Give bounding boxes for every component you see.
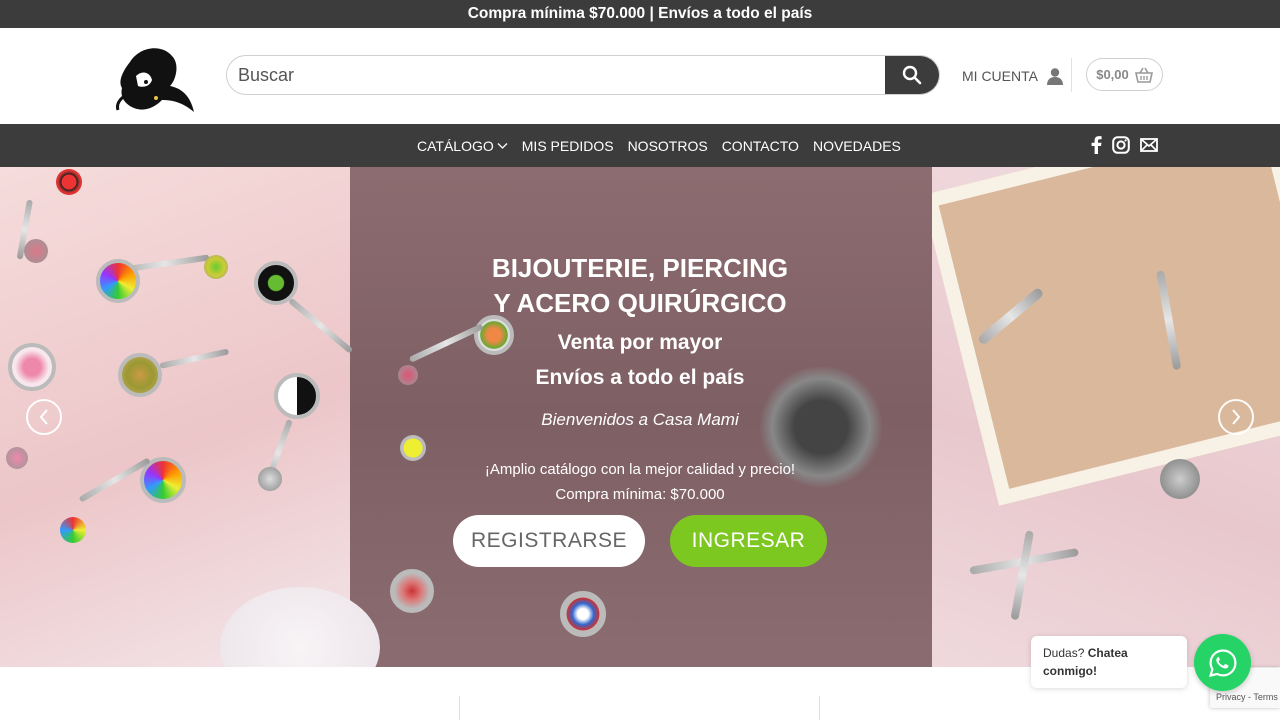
slider-next-button[interactable] — [1218, 399, 1254, 435]
whatsapp-button[interactable] — [1194, 634, 1251, 691]
nav-item-label: CATÁLOGO — [417, 137, 494, 154]
hero-welcome: Bienvenidos a Casa Mami — [541, 410, 739, 429]
nav-item-nosotros[interactable]: NOSOTROS — [628, 138, 708, 154]
hero-subtitle-line: Venta por mayor — [557, 331, 723, 354]
recaptcha-text: Privacy - Terms — [1216, 692, 1278, 702]
account-label: MI CUENTA — [962, 68, 1038, 84]
hero-title: BIJOUTERIE, PIERCING Y ACERO QUIRÚRGICO — [350, 251, 930, 321]
header: MI CUENTA $0,00 — [0, 28, 1280, 124]
hero-description: ¡Amplio catálogo con la mejor calidad y … — [350, 457, 930, 507]
piercing-decoration — [258, 467, 282, 491]
hero-title-line: BIJOUTERIE, PIERCING — [491, 253, 789, 283]
account-link[interactable]: MI CUENTA — [962, 65, 1064, 87]
piercing-decoration — [118, 353, 162, 397]
hero-slider: BIJOUTERIE, PIERCING Y ACERO QUIRÚRGICO … — [0, 167, 1280, 667]
chat-prefix: Dudas? — [1043, 646, 1085, 660]
section-divider — [819, 696, 820, 720]
search-icon — [902, 65, 922, 85]
piercing-decoration — [60, 517, 86, 543]
announcement-bar: Compra mínima $70.000 | Envíos a todo el… — [0, 0, 1280, 28]
facebook-icon[interactable] — [1090, 136, 1102, 154]
piercing-decoration — [8, 343, 56, 391]
whatsapp-icon — [1208, 648, 1237, 677]
hero-description-line: ¡Amplio catálogo con la mejor calidad y … — [484, 461, 796, 478]
section-divider — [459, 696, 460, 720]
site-logo[interactable] — [110, 42, 200, 114]
slider-prev-button[interactable] — [26, 399, 62, 435]
main-nav: CATÁLOGO MIS PEDIDOS NOSOTROS CONTACTO N… — [0, 124, 1280, 167]
piercing-decoration — [204, 255, 228, 279]
chevron-down-icon — [497, 142, 508, 149]
instagram-icon[interactable] — [1112, 136, 1130, 154]
hero-subtitle: Venta por mayor Envíos a todo el país — [350, 325, 930, 395]
piercing-decoration — [96, 259, 140, 303]
cart-button[interactable]: $0,00 — [1086, 58, 1163, 91]
user-icon — [1046, 68, 1063, 85]
hero-description-line: Compra mínima: $70.000 — [555, 486, 725, 503]
hero-subtitle-line: Envíos a todo el país — [535, 366, 745, 389]
piercing-decoration — [24, 239, 48, 263]
nav-item-catalogo[interactable]: CATÁLOGO — [417, 138, 508, 154]
announcement-text: Compra mínima $70.000 | Envíos a todo el… — [467, 5, 813, 22]
hero-title-line: Y ACERO QUIRÚRGICO — [493, 288, 787, 318]
email-icon[interactable] — [1140, 138, 1158, 152]
register-button[interactable]: REGISTRARSE — [453, 515, 645, 567]
hero-content: BIJOUTERIE, PIERCING Y ACERO QUIRÚRGICO … — [350, 167, 932, 667]
piercing-decoration — [274, 373, 320, 419]
nav-item-mis-pedidos[interactable]: MIS PEDIDOS — [522, 138, 614, 154]
pendant-decoration — [1160, 459, 1200, 499]
search-button[interactable] — [885, 56, 939, 94]
chat-bubble[interactable]: Dudas? Chatea conmigo! — [1031, 636, 1187, 688]
chevron-right-icon — [1232, 409, 1241, 425]
nav-item-contacto[interactable]: CONTACTO — [722, 138, 799, 154]
social-links — [1090, 134, 1158, 156]
header-divider — [1071, 58, 1072, 92]
nav-item-novedades[interactable]: NOVEDADES — [813, 138, 901, 154]
login-button[interactable]: INGRESAR — [670, 515, 827, 567]
search-input[interactable] — [227, 56, 887, 94]
piercing-decoration — [56, 169, 82, 195]
cart-total: $0,00 — [1096, 67, 1129, 82]
search-bar — [226, 55, 940, 95]
piercing-decoration — [6, 447, 28, 469]
chevron-left-icon — [39, 409, 48, 425]
basket-icon — [1134, 67, 1153, 83]
